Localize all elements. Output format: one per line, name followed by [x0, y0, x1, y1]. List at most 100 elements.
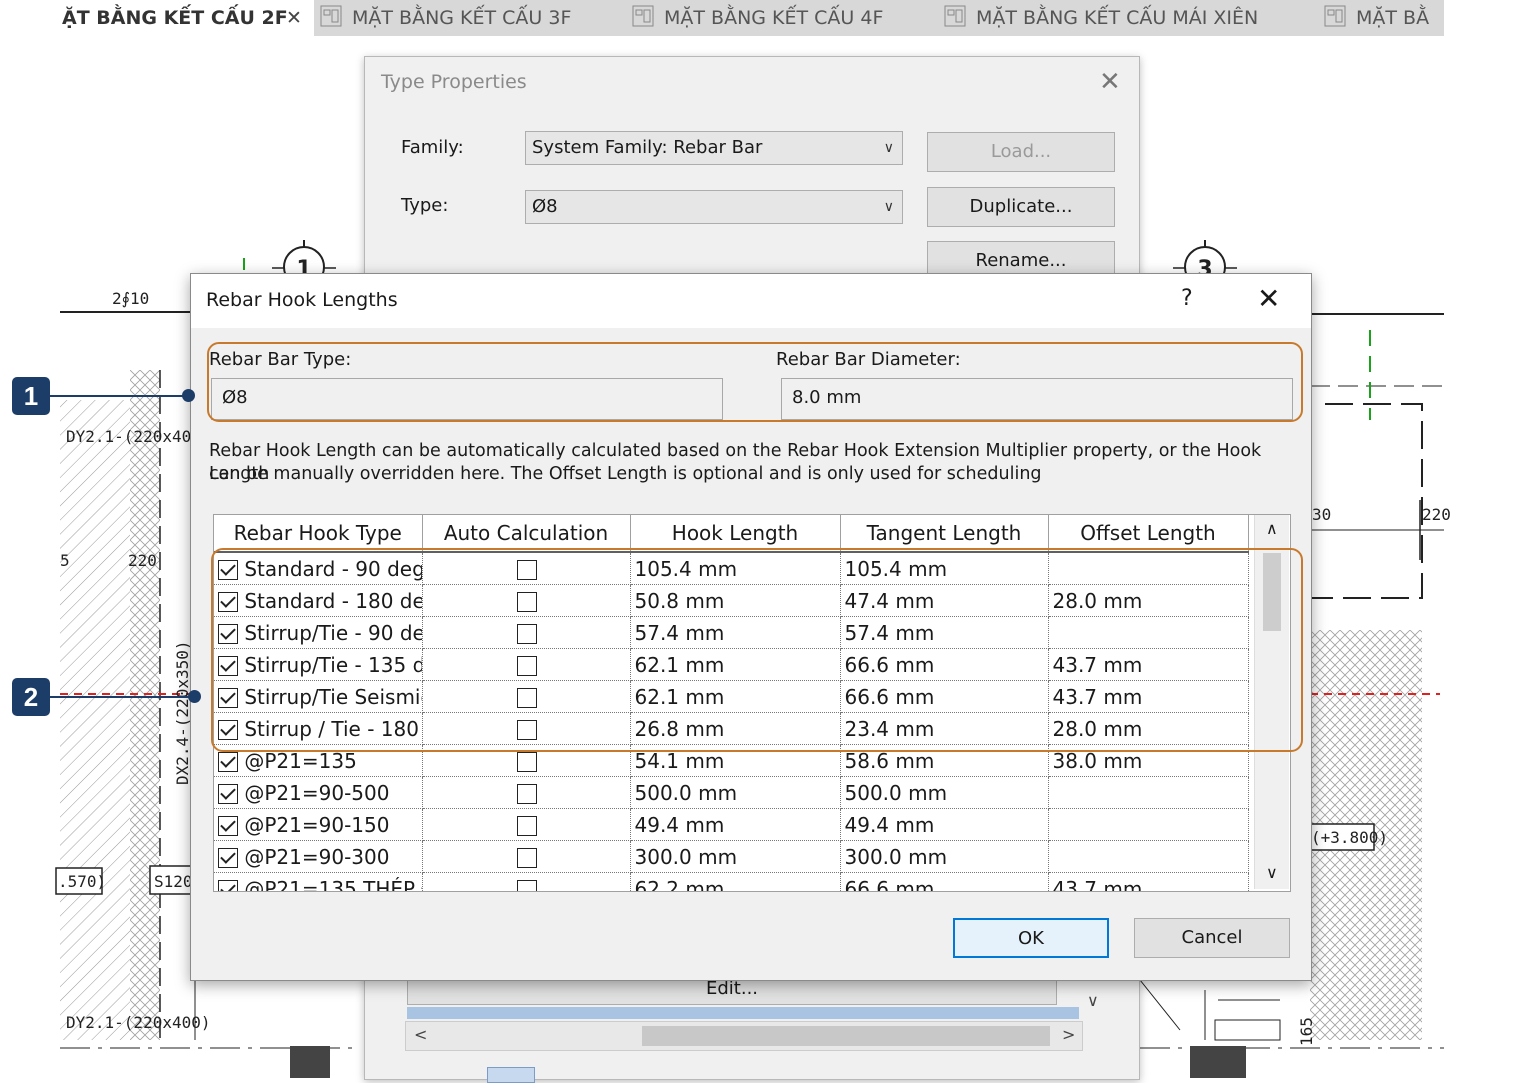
include-checkbox[interactable] — [218, 752, 238, 772]
callout-line-1 — [50, 395, 190, 397]
view-tab-next[interactable]: MẶT BẰ — [1324, 0, 1444, 36]
include-checkbox[interactable] — [218, 880, 238, 891]
view-tab-3f[interactable]: MẶT BẰNG KẾT CẤU 3F — [320, 0, 571, 36]
tab-label: ẶT BẰNG KẾT CẤU 2F — [62, 7, 288, 29]
hook-type-cell[interactable]: @P21=90-500 — [214, 776, 423, 809]
cancel-button[interactable]: Cancel — [1134, 918, 1290, 958]
hook-length-cell[interactable]: 62.2 mm — [630, 872, 841, 891]
floor-plan-icon — [632, 4, 654, 28]
dialog-title: Rebar Hook Lengths — [206, 289, 398, 311]
auto-calc-checkbox[interactable] — [516, 752, 537, 772]
family-value: System Family: Rebar Bar — [532, 137, 763, 158]
offset-length-cell[interactable] — [1048, 808, 1249, 841]
level-tag-right: (+3.800) — [1311, 828, 1388, 847]
beam-tag-top: DY2.1-(220x400 — [66, 427, 201, 446]
sort-icon[interactable] — [487, 1067, 535, 1083]
view-tab-2f[interactable]: ẶT BẰNG KẾT CẤU 2F ✕ — [60, 0, 314, 36]
scroll-down-icon[interactable]: ∨ — [1087, 991, 1099, 1010]
scroll-down-icon[interactable]: ∨ — [1266, 863, 1278, 882]
horizontal-scrollbar[interactable]: < > — [405, 1021, 1083, 1051]
callout-line-2 — [50, 696, 196, 698]
tangent-length-cell[interactable]: 66.6 mm — [840, 872, 1049, 891]
rebar-dim-label: 2∮10 — [112, 289, 149, 308]
hook-type-name: @P21=90-300 — [244, 844, 390, 869]
hook-type-name: @P21=90-500 — [244, 780, 390, 805]
hook-type-cell[interactable]: @P21=135 THÉP ĐAI — [214, 872, 423, 892]
hook-type-cell[interactable]: @P21=90-150 — [214, 808, 423, 841]
auto-calc-checkbox[interactable] — [516, 816, 537, 836]
beam-tag-bottom: DY2.1-(220x400) — [66, 1013, 211, 1032]
duplicate-button[interactable]: Duplicate... — [927, 187, 1115, 227]
tangent-length-cell[interactable]: 300.0 mm — [840, 840, 1049, 873]
hook-type-name: @P21=90-150 — [244, 812, 390, 837]
close-tab-icon[interactable]: ✕ — [286, 0, 302, 36]
chevron-down-icon: ∨ — [883, 140, 894, 156]
auto-calc-checkbox[interactable] — [516, 880, 537, 891]
callout-badge-1: 1 — [12, 377, 50, 415]
col-header-hook[interactable]: Hook Length — [630, 515, 841, 553]
hook-row[interactable]: @P21=90-500 500.0 mm 500.0 mm — [214, 776, 1249, 809]
scroll-up-icon[interactable]: ∧ — [1266, 519, 1278, 538]
dim-165: 165 — [1297, 1017, 1316, 1046]
tangent-length-cell[interactable]: 500.0 mm — [840, 776, 1049, 809]
view-tab-roof[interactable]: MẶT BẰNG KẾT CẤU MÁI XIÊN — [944, 0, 1258, 36]
floor-plan-icon — [1324, 4, 1346, 28]
col-header-offset[interactable]: Offset Length — [1048, 515, 1249, 553]
col-header-type[interactable]: Rebar Hook Type — [214, 515, 423, 553]
rebar-hook-lengths-dialog: Rebar Hook Lengths ? ✕ Rebar Bar Type: Ø… — [190, 273, 1312, 981]
close-icon[interactable]: ✕ — [1257, 282, 1280, 315]
col-header-tangent[interactable]: Tangent Length — [840, 515, 1049, 553]
description-line-2: can be manually overridden here. The Off… — [209, 464, 1042, 484]
scroll-left-icon[interactable]: < — [414, 1025, 427, 1044]
hook-row[interactable]: @P21=135 THÉP ĐAI 62.2 mm66.6 mm43.7 mm — [214, 872, 1249, 892]
auto-calc-cell[interactable] — [422, 776, 631, 809]
selection-strip — [407, 1007, 1079, 1019]
view-tab-4f[interactable]: MẶT BẰNG KẾT CẤU 4F — [632, 0, 883, 36]
include-checkbox[interactable] — [218, 848, 238, 868]
callout-dot-2 — [188, 690, 201, 703]
help-icon[interactable]: ? — [1181, 286, 1193, 311]
scroll-thumb[interactable] — [642, 1026, 1050, 1046]
callout-badge-2: 2 — [12, 678, 50, 716]
slab-tag: S120 — [154, 872, 193, 891]
auto-calc-checkbox[interactable] — [516, 784, 537, 804]
include-checkbox[interactable] — [218, 816, 238, 836]
dim-5: 5 — [60, 551, 70, 570]
col-header-auto[interactable]: Auto Calculation — [422, 515, 631, 553]
tangent-length-cell[interactable]: 49.4 mm — [840, 808, 1049, 841]
floor-plan-icon — [320, 4, 342, 28]
hook-length-cell[interactable]: 49.4 mm — [630, 808, 841, 841]
load-button[interactable]: Load... — [927, 132, 1115, 172]
hook-row[interactable]: @P21=90-150 49.4 mm 49.4 mm — [214, 808, 1249, 841]
dialog-title: Type Properties — [381, 71, 527, 93]
hook-type-name: @P21=135 — [244, 748, 357, 773]
dim-30: 30 — [1312, 505, 1331, 524]
hook-row[interactable]: @P21=90-300 300.0 mm 300.0 mm — [214, 840, 1249, 873]
scroll-right-icon[interactable]: > — [1062, 1025, 1075, 1044]
callout-dot-1 — [182, 389, 195, 402]
hook-length-cell[interactable]: 500.0 mm — [630, 776, 841, 809]
chevron-down-icon: ∨ — [883, 199, 894, 215]
auto-calc-cell[interactable] — [422, 808, 631, 841]
close-icon[interactable]: ✕ — [1099, 67, 1121, 97]
auto-calc-cell[interactable] — [422, 840, 631, 873]
offset-length-cell[interactable] — [1048, 776, 1249, 809]
include-checkbox[interactable] — [218, 784, 238, 804]
type-select[interactable]: Ø8 ∨ — [525, 190, 903, 224]
highlight-box-1 — [207, 342, 1303, 422]
type-label: Type: — [401, 195, 449, 216]
auto-calc-checkbox[interactable] — [516, 848, 537, 868]
hook-type-name: @P21=135 THÉP ĐAI — [244, 876, 421, 892]
tab-label: MẶT BẰNG KẾT CẤU 3F — [352, 7, 572, 29]
floor-plan-icon — [944, 4, 966, 28]
hook-length-cell[interactable]: 300.0 mm — [630, 840, 841, 873]
title-bar: Rebar Hook Lengths ? ✕ — [191, 274, 1311, 328]
offset-length-cell[interactable] — [1048, 840, 1249, 873]
offset-length-cell[interactable]: 43.7 mm — [1048, 872, 1249, 891]
ok-button[interactable]: OK — [953, 918, 1109, 958]
level-tag-left: .570) — [58, 872, 106, 891]
auto-calc-cell[interactable] — [422, 872, 631, 891]
dim-220-left: 220 — [128, 551, 157, 570]
hook-type-cell[interactable]: @P21=90-300 — [214, 840, 423, 873]
family-select[interactable]: System Family: Rebar Bar ∨ — [525, 131, 903, 165]
